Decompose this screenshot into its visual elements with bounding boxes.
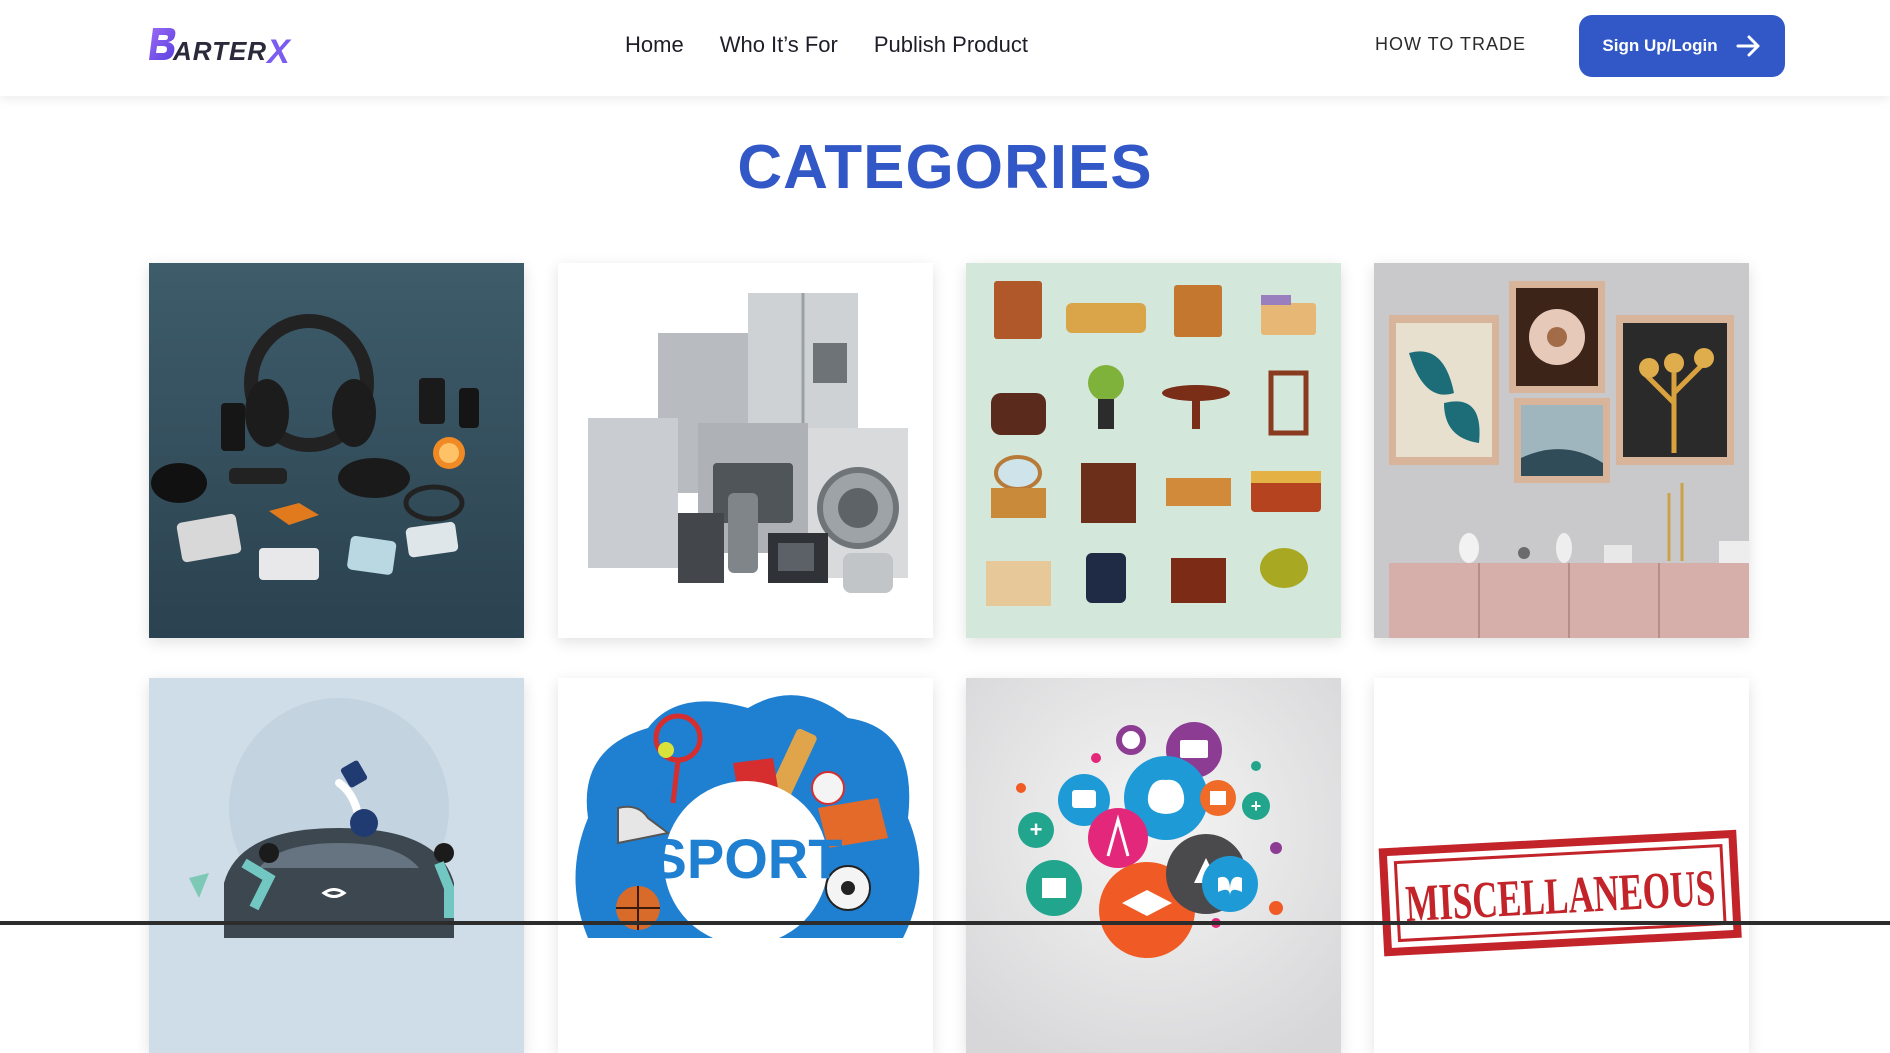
- category-card-furniture[interactable]: [966, 263, 1341, 638]
- arrow-right-icon: [1736, 35, 1760, 57]
- home-appliances-image: [558, 263, 933, 638]
- signup-login-label: Sign Up/Login: [1602, 36, 1718, 55]
- vehicles-image: [149, 678, 524, 1053]
- category-card-miscellaneous[interactable]: MISCELLANEOUS: [1374, 678, 1749, 1053]
- category-card-vehicles[interactable]: [149, 678, 524, 1053]
- category-card-electronics[interactable]: [149, 263, 524, 638]
- sport-label: SPORT: [650, 827, 843, 890]
- logo-text: ARTERX: [173, 33, 291, 71]
- sports-image: SPORT: [558, 678, 933, 1053]
- education-image: + +: [966, 678, 1341, 1053]
- main-nav: Home Who It’s For Publish Product: [625, 32, 1028, 58]
- furniture-image: [966, 263, 1341, 638]
- miscellaneous-image: MISCELLANEOUS: [1374, 678, 1749, 1053]
- logo-x: X: [267, 33, 291, 71]
- top-navbar: ARTERX Home Who It’s For Publish Product…: [0, 0, 1890, 96]
- nav-home[interactable]: Home: [625, 32, 684, 58]
- category-card-education[interactable]: + +: [966, 678, 1341, 1053]
- category-card-sports[interactable]: SPORT: [558, 678, 933, 1053]
- home-decor-image: [1374, 263, 1749, 638]
- how-to-trade-link[interactable]: HOW TO TRADE: [1375, 34, 1526, 55]
- nav-who-its-for[interactable]: Who It’s For: [720, 32, 838, 58]
- category-card-home-decor[interactable]: [1374, 263, 1749, 638]
- brand-logo[interactable]: ARTERX: [149, 22, 290, 71]
- category-card-home-appliances[interactable]: [558, 263, 933, 638]
- electronics-image: [149, 263, 524, 638]
- svg-text:+: +: [1251, 796, 1262, 816]
- page-title: CATEGORIES: [737, 133, 1153, 202]
- nav-publish-product[interactable]: Publish Product: [874, 32, 1028, 58]
- page-bottom-rule: [0, 921, 1890, 925]
- signup-login-button[interactable]: Sign Up/Login: [1579, 15, 1785, 77]
- svg-text:+: +: [1030, 817, 1043, 842]
